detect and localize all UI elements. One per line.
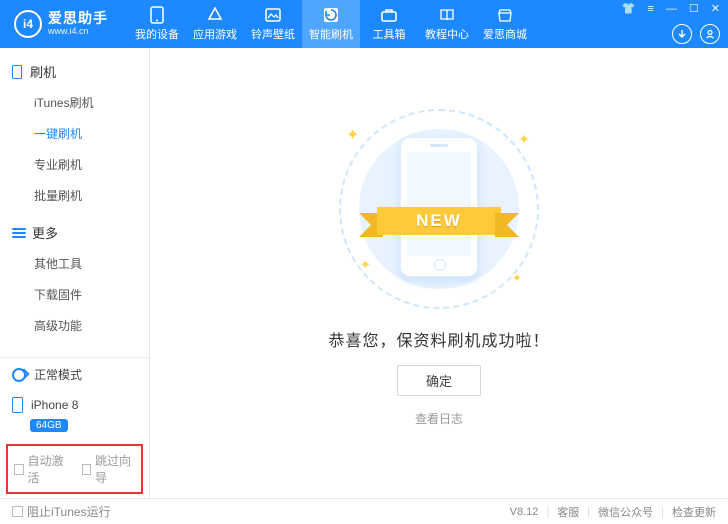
close-button[interactable]: ✕: [709, 2, 722, 15]
sidebar-item-advanced[interactable]: 高级功能: [0, 310, 149, 341]
skip-guide-checkbox[interactable]: 跳过向导: [82, 452, 136, 486]
sparkle-icon: ✦: [346, 125, 359, 145]
mode-label: 正常模式: [34, 366, 82, 383]
ok-button[interactable]: 确定: [397, 365, 481, 396]
checkbox-icon: [82, 464, 92, 475]
maximize-button[interactable]: ☐: [687, 2, 701, 15]
phone-icon: [148, 6, 166, 24]
refresh-icon: [322, 6, 340, 24]
nav-toolbox[interactable]: 工具箱: [360, 0, 418, 48]
checkbox-icon: [12, 506, 23, 517]
auto-activate-checkbox[interactable]: 自动激活: [14, 452, 68, 486]
new-ribbon: NEW: [359, 201, 519, 241]
nav-apps-games[interactable]: 应用游戏: [186, 0, 244, 48]
auto-options-highlight: 自动激活 跳过向导: [6, 444, 143, 494]
checkbox-label: 阻止iTunes运行: [27, 503, 111, 520]
phone-outline-icon: [12, 65, 22, 79]
nav-label: 铃声壁纸: [251, 26, 295, 42]
store-icon: [496, 6, 514, 24]
checkbox-label: 跳过向导: [95, 452, 135, 486]
nav-my-device[interactable]: 我的设备: [128, 0, 186, 48]
sidebar-section-flash[interactable]: 刷机: [0, 56, 149, 87]
footer-link-support[interactable]: 客服: [557, 504, 579, 520]
nav-tutorial[interactable]: 教程中心: [418, 0, 476, 48]
checkbox-label: 自动激活: [28, 452, 68, 486]
success-illustration: ✦ ✦ ✦ ✦ NEW: [324, 109, 554, 309]
window-controls: 👕 ≡ — ☐ ✕: [620, 2, 722, 15]
nav-label: 我的设备: [135, 26, 179, 42]
checkbox-icon: [14, 464, 24, 475]
sidebar-bottom: 正常模式 iPhone 8 64GB 自动激活 跳过向导: [0, 357, 149, 498]
storage-badge: 64GB: [30, 419, 68, 432]
footer-link-update[interactable]: 检查更新: [672, 504, 716, 520]
menu-bars-icon: [12, 228, 26, 238]
top-nav: 我的设备 应用游戏 铃声壁纸 智能刷机 工具箱 教程中心 爱思商城: [128, 0, 534, 48]
sidebar-item-other-tools[interactable]: 其他工具: [0, 248, 149, 279]
device-name: iPhone 8: [31, 398, 78, 412]
nav-label: 爱思商城: [483, 26, 527, 42]
nav-label: 教程中心: [425, 26, 469, 42]
user-button[interactable]: [700, 24, 720, 44]
header-actions: [672, 24, 720, 44]
section-title: 刷机: [30, 62, 56, 81]
nav-smart-flash[interactable]: 智能刷机: [302, 0, 360, 48]
sparkle-icon: ✦: [518, 131, 530, 148]
minimize-button[interactable]: —: [664, 3, 679, 15]
toolbox-icon: [380, 6, 398, 24]
sidebar-item-batch-flash[interactable]: 批量刷机: [0, 180, 149, 211]
nav-label: 应用游戏: [193, 26, 237, 42]
nav-ring-wall[interactable]: 铃声壁纸: [244, 0, 302, 48]
logo-badge: i4: [14, 10, 42, 38]
version-label: V8.12: [510, 506, 539, 518]
skin-icon[interactable]: 👕: [620, 2, 638, 15]
apps-icon: [206, 6, 224, 24]
sparkle-icon: ✦: [512, 271, 522, 285]
main-panel: ✦ ✦ ✦ ✦ NEW 恭喜您，保资料刷机成功啦！ 确定 查看日志: [150, 48, 728, 498]
device-phone-icon: [12, 397, 23, 413]
app-logo: i4 爱思助手 www.i4.cn: [0, 10, 118, 38]
ribbon-text: NEW: [377, 207, 501, 235]
nav-store[interactable]: 爱思商城: [476, 0, 534, 48]
sidebar-item-itunes-flash[interactable]: iTunes刷机: [0, 87, 149, 118]
normal-mode-icon: [12, 368, 26, 382]
block-itunes-checkbox[interactable]: 阻止iTunes运行: [12, 503, 111, 520]
footer-link-wechat[interactable]: 微信公众号: [598, 504, 653, 520]
status-bar: 阻止iTunes运行 V8.12 | 客服 | 微信公众号 | 检查更新: [0, 498, 728, 524]
success-message: 恭喜您，保资料刷机成功啦！: [328, 327, 549, 351]
device-mode-row[interactable]: 正常模式: [0, 358, 149, 391]
sidebar: 刷机 iTunes刷机 一键刷机 专业刷机 批量刷机 更多 其他工具 下载固件 …: [0, 48, 150, 498]
view-log-link[interactable]: 查看日志: [415, 410, 463, 427]
app-title: 爱思助手: [48, 11, 108, 26]
content-area: 刷机 iTunes刷机 一键刷机 专业刷机 批量刷机 更多 其他工具 下载固件 …: [0, 48, 728, 498]
sparkle-icon: ✦: [360, 257, 371, 273]
title-bar: i4 爱思助手 www.i4.cn 我的设备 应用游戏 铃声壁纸 智能刷机 工具…: [0, 0, 728, 48]
section-title: 更多: [32, 223, 58, 242]
device-row[interactable]: iPhone 8 64GB: [0, 391, 149, 440]
app-subtitle: www.i4.cn: [48, 27, 108, 37]
picture-icon: [264, 6, 282, 24]
sidebar-item-onekey-flash[interactable]: 一键刷机: [0, 118, 149, 149]
sidebar-section-more[interactable]: 更多: [0, 217, 149, 248]
download-button[interactable]: [672, 24, 692, 44]
nav-label: 工具箱: [373, 26, 406, 42]
book-icon: [438, 6, 456, 24]
sidebar-item-download-fw[interactable]: 下载固件: [0, 279, 149, 310]
menu-icon[interactable]: ≡: [645, 3, 655, 15]
sidebar-item-pro-flash[interactable]: 专业刷机: [0, 149, 149, 180]
nav-label: 智能刷机: [309, 26, 353, 42]
